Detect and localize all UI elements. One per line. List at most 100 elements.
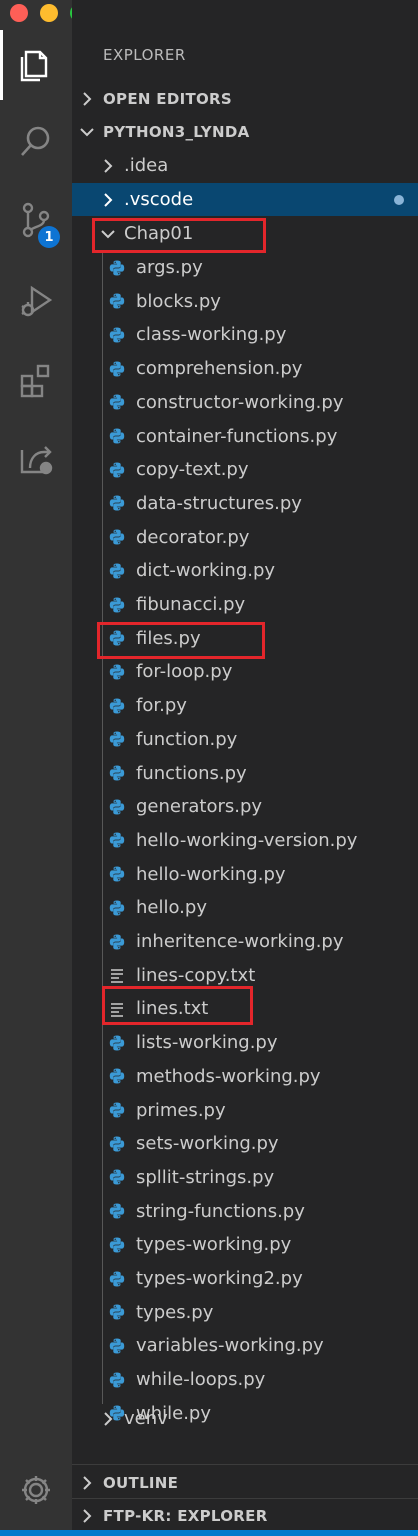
file-label: decorator.py: [136, 526, 250, 548]
highlight-box-lines: [102, 986, 253, 1025]
file-label: inheritence-working.py: [136, 931, 344, 952]
file-item[interactable]: types-working2.py: [72, 1262, 418, 1295]
python-file-icon: [108, 865, 126, 883]
file-label: while-loops.py: [136, 1369, 266, 1391]
file-item[interactable]: hello.py: [72, 891, 418, 924]
file-item[interactable]: lists-working.py: [72, 1026, 418, 1059]
section-outline[interactable]: OUTLINE: [72, 1466, 418, 1499]
file-label: lines-copy.txt: [136, 964, 256, 986]
file-item[interactable]: types.py: [72, 1296, 418, 1329]
file-item[interactable]: decorator.py: [72, 521, 418, 554]
python-file-icon: [108, 697, 126, 715]
file-label: for.py: [136, 695, 187, 717]
extensions-icon[interactable]: [12, 356, 60, 404]
python-file-icon: [108, 1371, 126, 1389]
file-item[interactable]: generators.py: [72, 790, 418, 823]
file-label: methods-working.py: [136, 1065, 321, 1087]
file-item[interactable]: fibunacci.py: [72, 588, 418, 621]
python-file-icon: [108, 1101, 126, 1119]
file-item[interactable]: hello-working.py: [72, 858, 418, 891]
folder-label: .idea: [124, 155, 169, 176]
minimize-window-button[interactable]: [40, 4, 58, 22]
file-label: copy-text.py: [136, 459, 249, 481]
file-label: fibunacci.py: [136, 594, 246, 615]
file-item[interactable]: class-working.py: [72, 318, 418, 351]
file-item[interactable]: constructor-working.py: [72, 386, 418, 419]
section-ftp-explorer[interactable]: FTP-KR: EXPLORER: [72, 1499, 418, 1532]
file-item[interactable]: string-functions.py: [72, 1195, 418, 1228]
file-item[interactable]: sets-working.py: [72, 1127, 418, 1160]
file-item[interactable]: inheritence-working.py: [72, 925, 418, 958]
files-icon[interactable]: [12, 40, 60, 88]
file-label: functions.py: [136, 762, 247, 784]
file-label: args.py: [136, 257, 203, 278]
python-file-icon: [108, 899, 126, 917]
file-item[interactable]: copy-text.py: [72, 453, 418, 486]
file-label: sets-working.py: [136, 1133, 279, 1155]
highlight-box-chap01: [92, 218, 266, 253]
python-file-icon: [108, 1270, 126, 1288]
file-item[interactable]: blocks.py: [72, 285, 418, 318]
file-label: dict-working.py: [136, 560, 276, 582]
file-item[interactable]: container-functions.py: [72, 420, 418, 453]
python-file-icon: [108, 798, 126, 816]
python-file-icon: [108, 596, 126, 614]
explorer-title: EXPLORER: [103, 46, 186, 64]
active-indicator: [0, 30, 3, 100]
file-item[interactable]: functions.py: [72, 757, 418, 790]
file-item[interactable]: comprehension.py: [72, 352, 418, 385]
python-file-icon: [108, 1034, 126, 1052]
file-label: data-structures.py: [136, 492, 302, 514]
python-file-icon: [108, 562, 126, 580]
python-file-icon: [108, 1337, 126, 1355]
folder-label: venv: [124, 1408, 168, 1429]
file-label: types-working2.py: [136, 1268, 303, 1289]
file-item[interactable]: variables-working.py: [72, 1329, 418, 1362]
section-project[interactable]: PYTHON3_LYNDA: [72, 115, 418, 148]
python-file-icon: [108, 494, 126, 512]
remote-explorer-icon[interactable]: [12, 436, 60, 484]
file-label: for-loop.py: [136, 661, 233, 683]
source-control-badge: 1: [38, 226, 60, 248]
section-label: OUTLINE: [103, 1473, 179, 1492]
run-debug-icon[interactable]: [12, 276, 60, 324]
file-item[interactable]: while-loops.py: [72, 1363, 418, 1396]
file-item[interactable]: args.py: [72, 251, 418, 284]
file-item[interactable]: spllit-strings.py: [72, 1161, 418, 1194]
python-file-icon: [108, 326, 126, 344]
folder-venv[interactable]: venv: [72, 1402, 418, 1435]
section-open-editors[interactable]: OPEN EDITORS: [72, 82, 418, 115]
python-file-icon: [108, 1202, 126, 1220]
folder-idea[interactable]: .idea: [72, 149, 418, 182]
python-file-icon: [108, 1067, 126, 1085]
chevron-right-icon: [99, 191, 117, 209]
file-item[interactable]: for-loop.py: [72, 655, 418, 688]
python-file-icon: [108, 259, 126, 277]
file-label: comprehension.py: [136, 358, 303, 380]
file-item[interactable]: primes.py: [72, 1094, 418, 1127]
python-file-icon: [108, 1303, 126, 1321]
folder-vscode[interactable]: .vscode: [72, 183, 418, 216]
file-item[interactable]: function.py: [72, 723, 418, 756]
file-label: hello-working-version.py: [136, 829, 358, 851]
file-item[interactable]: dict-working.py: [72, 554, 418, 587]
file-label: generators.py: [136, 796, 263, 818]
python-file-icon: [108, 292, 126, 310]
file-label: variables-working.py: [136, 1335, 324, 1357]
python-file-icon: [108, 663, 126, 681]
file-label: spllit-strings.py: [136, 1166, 275, 1188]
file-item[interactable]: hello-working-version.py: [72, 824, 418, 857]
python-file-icon: [108, 730, 126, 748]
search-icon[interactable]: [12, 118, 60, 166]
file-label: lists-working.py: [136, 1032, 278, 1054]
python-file-icon: [108, 393, 126, 411]
python-file-icon: [108, 427, 126, 445]
file-item[interactable]: methods-working.py: [72, 1060, 418, 1093]
file-item[interactable]: for.py: [72, 689, 418, 722]
file-item[interactable]: types-working.py: [72, 1228, 418, 1261]
settings-gear-icon[interactable]: [12, 1466, 60, 1514]
file-item[interactable]: data-structures.py: [72, 487, 418, 520]
file-label: blocks.py: [136, 290, 221, 312]
close-window-button[interactable]: [10, 4, 28, 22]
file-label: constructor-working.py: [136, 391, 344, 413]
